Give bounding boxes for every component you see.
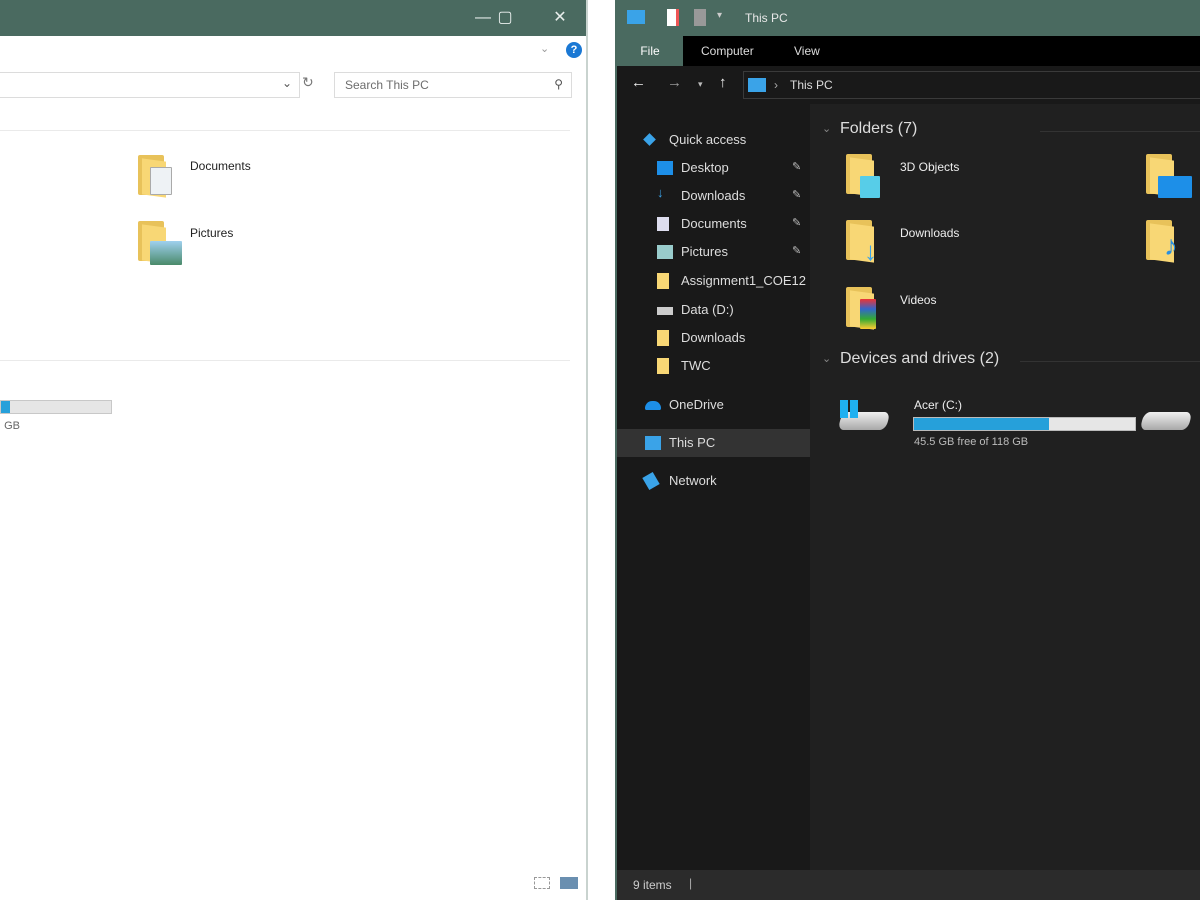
sidebar-item-twc[interactable]: TWC (617, 352, 810, 380)
sidebar-item-label: OneDrive (669, 397, 724, 412)
close-button[interactable]: ✕ (537, 0, 583, 36)
search-input[interactable]: Search This PC ⚲ (334, 72, 572, 98)
documents-folder-icon (138, 155, 172, 198)
divider (0, 130, 570, 131)
explorer-window-light: — ▢ ✕ ⌄ ? ⌄ ↻ Search This PC ⚲ Documents… (0, 0, 588, 900)
pin-icon[interactable]: ✎ (792, 188, 801, 201)
sidebar-item-label: Downloads (681, 330, 746, 345)
music-folder-icon: ♪ (1146, 220, 1178, 263)
tab-file[interactable]: File (617, 36, 683, 66)
refresh-icon[interactable]: ↻ (302, 74, 314, 91)
large-icons-view-icon[interactable] (560, 877, 578, 889)
sidebar-item-network[interactable]: Network (617, 467, 810, 495)
chevron-down-icon[interactable]: ⌄ (282, 76, 292, 90)
3d-objects-folder-icon (846, 154, 880, 198)
collapse-chevron-icon[interactable]: ⌄ (822, 352, 831, 365)
pin-icon[interactable]: ✎ (792, 160, 801, 173)
drive-icon (657, 307, 673, 315)
pin-icon[interactable]: ✎ (792, 216, 801, 229)
sidebar-item-documents[interactable]: Documents ✎ (617, 210, 810, 238)
expand-ribbon-icon[interactable]: ⌄ (540, 42, 549, 55)
back-icon[interactable]: ← (631, 74, 646, 91)
pin-icon[interactable]: ✎ (792, 244, 801, 257)
sidebar-item-label: TWC (681, 358, 711, 373)
sidebar-item-pictures[interactable]: Pictures ✎ (617, 238, 810, 266)
help-icon[interactable]: ? (566, 42, 582, 58)
collapse-chevron-icon[interactable]: ⌄ (822, 122, 831, 135)
sidebar-item-onedrive[interactable]: OneDrive (617, 391, 810, 419)
desktop-folder-icon (1146, 154, 1192, 198)
item-count: 9 items (633, 878, 672, 892)
this-pc-icon (645, 436, 661, 450)
this-pc-icon (627, 10, 645, 24)
onedrive-icon (645, 401, 661, 410)
drive-label: Acer (C:) (914, 398, 962, 412)
download-icon: ↓ (657, 185, 664, 200)
folder-label: 3D Objects (900, 160, 960, 174)
recent-locations-icon[interactable]: ▾ (698, 79, 703, 90)
folder-label: Downloads (900, 226, 960, 240)
divider: | (689, 876, 693, 890)
search-placeholder: Search This PC (345, 78, 429, 92)
properties-icon[interactable] (667, 9, 679, 26)
sidebar-item-this-pc[interactable]: This PC (617, 429, 810, 457)
star-icon (643, 133, 656, 146)
breadcrumb-separator-icon: › (774, 78, 778, 92)
maximize-button[interactable]: ▢ (482, 0, 528, 36)
divider (0, 360, 570, 361)
drive-usage-bar (0, 400, 112, 414)
tab-computer[interactable]: Computer (687, 36, 768, 66)
sidebar-item-label: This PC (669, 435, 716, 450)
drive-free-space: 45.5 GB free of 118 GB (914, 436, 1029, 448)
divider (1020, 361, 1200, 362)
address-bar[interactable]: › This PC (743, 71, 1200, 99)
downloads-folder-icon: ↓ (846, 220, 878, 266)
drive-size-text: GB (4, 420, 20, 432)
sidebar-item-label: Quick access (669, 132, 747, 147)
pictures-folder-icon (138, 221, 182, 265)
folder-icon (657, 330, 669, 346)
forward-icon[interactable]: → (667, 74, 682, 91)
address-bar[interactable]: ⌄ (0, 72, 300, 98)
sidebar-item-downloads[interactable]: ↓ Downloads ✎ (617, 182, 810, 210)
network-icon (642, 471, 660, 491)
videos-folder-icon (846, 287, 878, 330)
new-folder-icon[interactable] (694, 9, 706, 26)
section-header-folders[interactable]: Folders (7) (840, 120, 917, 138)
folder-icon (657, 358, 669, 374)
window-title: This PC (745, 11, 788, 25)
tab-view[interactable]: View (780, 36, 834, 66)
content-pane: ⌄ Folders (7) 3D Objects ↓ Downloads Vid… (810, 104, 1200, 870)
status-bar: 9 items | (617, 870, 1200, 900)
title-bar: ▾ This PC (617, 0, 1200, 36)
sidebar-item-data-d-[interactable]: Data (D:) (617, 296, 810, 324)
sidebar-item-quick-access[interactable]: Quick access (617, 126, 810, 154)
explorer-window-dark: ▾ This PC File Computer View ← → ▾ ↑ › T… (615, 0, 1200, 900)
folder-icon (657, 273, 669, 289)
folder-label: Videos (900, 293, 937, 307)
breadcrumb[interactable]: This PC (790, 78, 833, 92)
drive-d-icon-partial[interactable] (1139, 406, 1193, 432)
sidebar-item-label: Network (669, 473, 717, 488)
pictures-icon (657, 245, 673, 259)
sidebar-item-label: Data (D:) (681, 302, 734, 317)
customize-toolbar-icon[interactable]: ▾ (717, 10, 722, 21)
this-pc-icon (748, 78, 766, 92)
windows-drive-icon (837, 400, 891, 432)
sidebar-item-assignment1-coe12[interactable]: Assignment1_COE12 (617, 267, 810, 295)
sidebar-item-downloads[interactable]: Downloads (617, 324, 810, 352)
section-header-devices[interactable]: Devices and drives (2) (840, 350, 999, 368)
document-icon (657, 217, 669, 231)
details-view-icon[interactable] (534, 877, 550, 889)
divider (1040, 131, 1200, 132)
sidebar-item-desktop[interactable]: Desktop ✎ (617, 154, 810, 182)
navigation-pane: Quick access Desktop ✎ ↓ Downloads ✎ Documents… (617, 104, 810, 870)
folder-label: Pictures (190, 226, 234, 240)
up-icon[interactable]: ↑ (719, 74, 727, 91)
folder-label: Documents (190, 159, 251, 173)
drive-usage-bar (913, 417, 1136, 431)
desktop-icon (657, 161, 673, 175)
search-icon: ⚲ (554, 77, 563, 91)
sidebar-item-label: Assignment1_COE12 (681, 273, 807, 288)
